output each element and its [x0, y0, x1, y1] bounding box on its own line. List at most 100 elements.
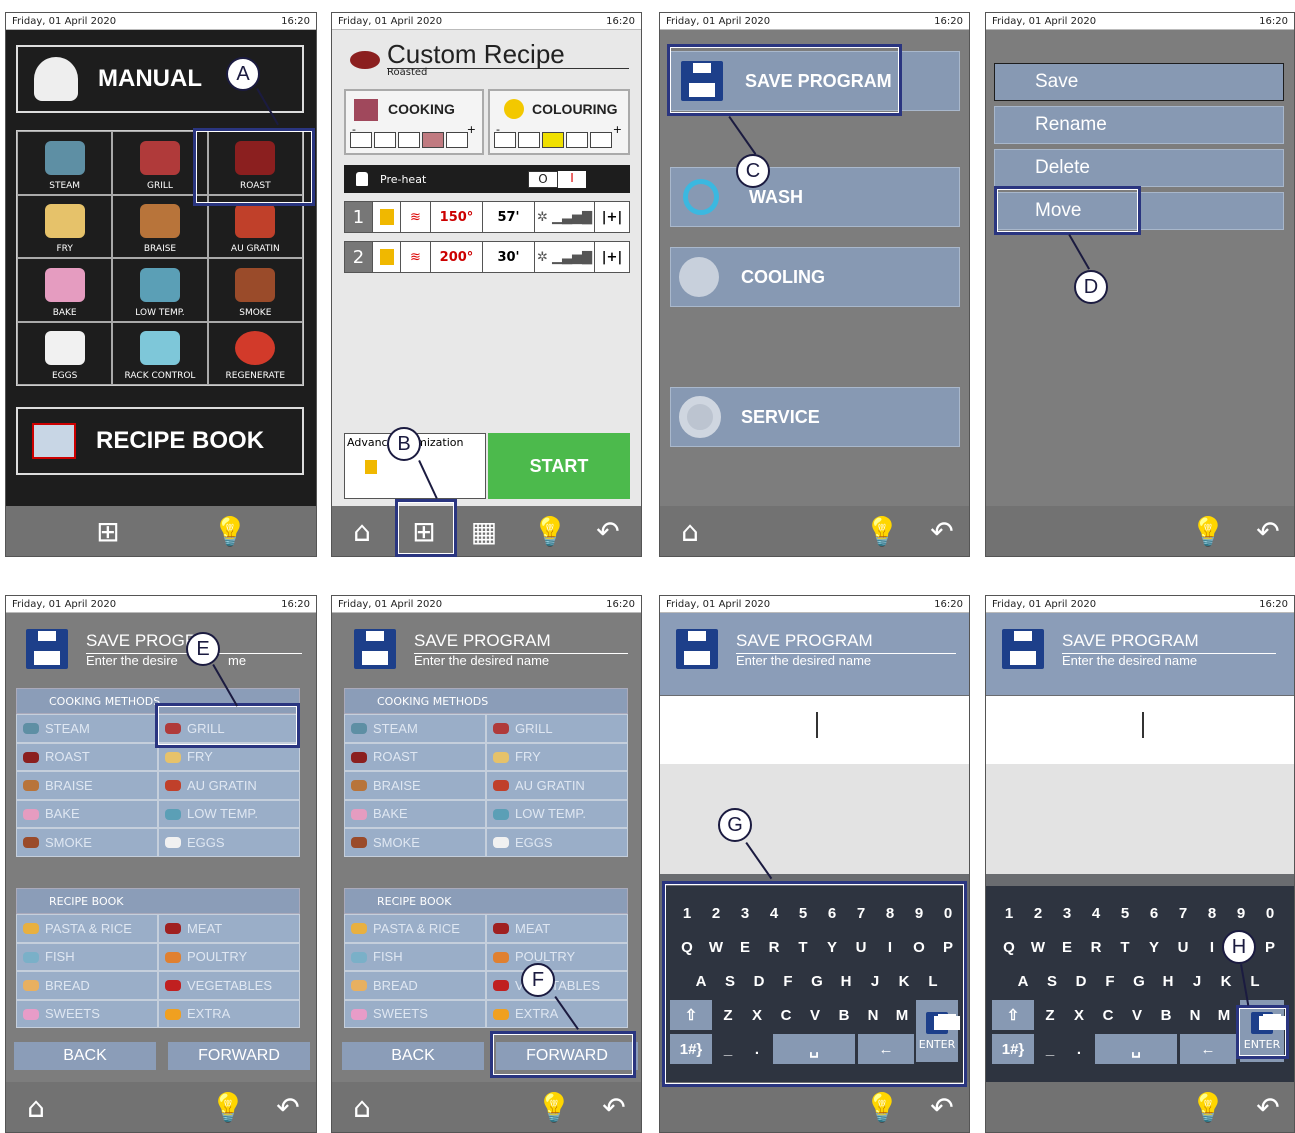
folder-poultry[interactable]: POULTRY [486, 942, 628, 971]
recipe-book-button[interactable]: RECIPE BOOK [16, 407, 304, 475]
menu-save[interactable]: Save [994, 63, 1284, 101]
key[interactable]: Q [996, 932, 1022, 962]
colouring-level-box[interactable]: COLOURING - + [488, 89, 630, 155]
back-arrow-icon[interactable]: ↶ [924, 514, 960, 548]
key[interactable]: 9 [1228, 898, 1254, 928]
tips-bulb-icon[interactable]: 💡 [212, 514, 248, 548]
key[interactable]: A [1010, 966, 1036, 996]
phase-temp[interactable]: 200° [431, 242, 483, 272]
key[interactable]: T [1112, 932, 1138, 962]
mode-fry[interactable]: FRY [17, 194, 113, 258]
folder-steam[interactable]: STEAM [344, 714, 486, 743]
folder-roast[interactable]: ROAST [16, 742, 158, 771]
folder-fry[interactable]: FRY [486, 742, 628, 771]
period-key[interactable]: . [1066, 1034, 1092, 1064]
key[interactable]: 0 [1257, 898, 1283, 928]
name-input[interactable] [986, 696, 1294, 764]
tips-bulb-icon[interactable]: 💡 [532, 514, 568, 548]
mode-regenerate[interactable]: REGENERATE [207, 321, 303, 385]
folder-steam[interactable]: STEAM [16, 714, 158, 743]
space-key[interactable]: ␣ [1095, 1034, 1177, 1064]
home-icon[interactable]: ⌂ [672, 514, 708, 548]
folder-sweets[interactable]: SWEETS [344, 999, 486, 1028]
folder-pasta-rice[interactable]: PASTA & RICE [16, 914, 158, 943]
folder-braise[interactable]: BRAISE [16, 771, 158, 800]
manual-button[interactable]: MANUAL [16, 45, 304, 113]
folder-bread[interactable]: BREAD [344, 971, 486, 1000]
key[interactable]: S [1039, 966, 1065, 996]
folder-vegetables[interactable]: VEGETABLES [486, 971, 628, 1000]
back-arrow-icon[interactable]: ↶ [596, 1090, 632, 1124]
mode-rack-control[interactable]: RACK CONTROL [112, 321, 208, 385]
folder-low-temp[interactable]: LOW TEMP. [486, 799, 628, 828]
folder-smoke[interactable]: SMOKE [344, 828, 486, 857]
key[interactable]: 3 [1054, 898, 1080, 928]
recipe-title[interactable]: Custom Recipe [387, 39, 565, 70]
back-arrow-icon[interactable]: ↶ [590, 514, 626, 548]
key[interactable]: M [1211, 1000, 1237, 1030]
home-icon[interactable]: ⌂ [344, 514, 380, 548]
preheat-toggle[interactable]: O I [528, 171, 586, 188]
mode-steam[interactable]: STEAM [17, 131, 113, 195]
key[interactable]: F [1097, 966, 1123, 996]
home-icon[interactable]: ⌂ [18, 1090, 54, 1124]
folder-fish[interactable]: FISH [16, 942, 158, 971]
service-button[interactable]: SERVICE [670, 387, 960, 447]
key[interactable]: U [1170, 932, 1196, 962]
tips-bulb-icon[interactable]: 💡 [210, 1090, 246, 1124]
forward-button[interactable]: FORWARD [168, 1042, 310, 1070]
cooling-button[interactable]: COOLING [670, 247, 960, 307]
wash-button[interactable]: WASH [670, 167, 960, 227]
key[interactable]: E [1054, 932, 1080, 962]
folder-eggs[interactable]: EGGS [486, 828, 628, 857]
folder-au-gratin[interactable]: AU GRATIN [158, 771, 300, 800]
steam-level-icon[interactable]: |+| [595, 242, 629, 272]
colouring-scale[interactable] [494, 132, 612, 148]
phase-time[interactable]: 57' [483, 202, 535, 232]
tips-bulb-icon[interactable]: 💡 [1190, 514, 1226, 548]
key[interactable]: N [1182, 1000, 1208, 1030]
cooking-level-box[interactable]: COOKING - + [344, 89, 484, 155]
underscore-key[interactable]: _ [1037, 1034, 1063, 1064]
symbols-key[interactable]: 1#} [992, 1034, 1034, 1064]
key[interactable]: 1 [996, 898, 1022, 928]
key[interactable]: 4 [1083, 898, 1109, 928]
folder-eggs[interactable]: EGGS [158, 828, 300, 857]
key[interactable]: Y [1141, 932, 1167, 962]
cooking-scale[interactable] [350, 132, 468, 148]
folder-low-temp[interactable]: LOW TEMP. [158, 799, 300, 828]
mode-low-temp[interactable]: LOW TEMP. [112, 258, 208, 322]
key[interactable]: C [1095, 1000, 1121, 1030]
name-input[interactable] [660, 696, 969, 764]
shift-key-icon[interactable]: ⇧ [992, 1000, 1034, 1030]
steam-level-icon[interactable]: |+| [595, 202, 629, 232]
folder-sweets[interactable]: SWEETS [16, 999, 158, 1028]
key[interactable]: V [1124, 1000, 1150, 1030]
folder-au-gratin[interactable]: AU GRATIN [486, 771, 628, 800]
folder-meat[interactable]: MEAT [486, 914, 628, 943]
fan-speed-icon[interactable]: ✲ ▁▃▅▇ [535, 242, 595, 272]
key[interactable]: W [1025, 932, 1051, 962]
folder-bake[interactable]: BAKE [344, 799, 486, 828]
phase-row-1[interactable]: 1 ≋ 150° 57' ✲ ▁▃▅▇ |+| [344, 201, 630, 233]
calendar-icon[interactable]: ▦ [466, 514, 502, 548]
folder-fish[interactable]: FISH [344, 942, 486, 971]
key[interactable]: J [1184, 966, 1210, 996]
back-arrow-icon[interactable]: ↶ [924, 1090, 960, 1124]
folder-bake[interactable]: BAKE [16, 799, 158, 828]
phase-temp[interactable]: 150° [431, 202, 483, 232]
folder-vegetables[interactable]: VEGETABLES [158, 971, 300, 1000]
key[interactable]: B [1153, 1000, 1179, 1030]
home-icon[interactable]: ⌂ [344, 1090, 380, 1124]
key[interactable]: Z [1037, 1000, 1063, 1030]
mode-smoke[interactable]: SMOKE [207, 258, 303, 322]
menu-rename[interactable]: Rename [994, 106, 1284, 144]
folder-pasta-rice[interactable]: PASTA & RICE [344, 914, 486, 943]
key[interactable]: 6 [1141, 898, 1167, 928]
key[interactable]: K [1213, 966, 1239, 996]
key[interactable]: G [1126, 966, 1152, 996]
key[interactable]: P [1257, 932, 1283, 962]
fan-speed-icon[interactable]: ✲ ▁▃▅▇ [535, 202, 595, 232]
key[interactable]: 5 [1112, 898, 1138, 928]
back-arrow-icon[interactable]: ↶ [270, 1090, 306, 1124]
